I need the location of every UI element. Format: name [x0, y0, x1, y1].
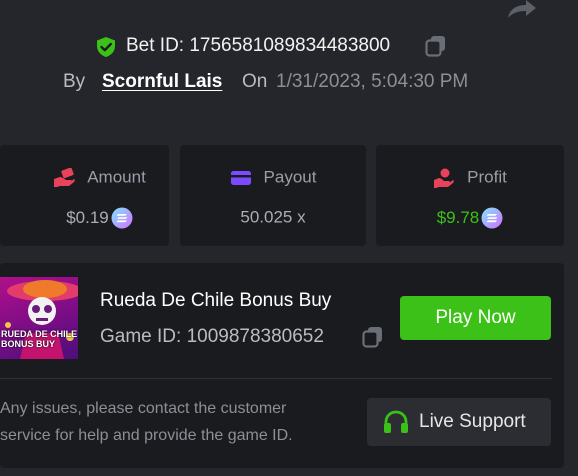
amount-header: Amount: [15, 167, 184, 189]
bet-id-row: Bet ID: 1756581089834483800: [0, 32, 578, 60]
solana-coin-icon: [481, 207, 503, 229]
by-label: By: [63, 71, 86, 92]
divider: [0, 378, 552, 379]
profit-value: $9.78: [436, 208, 480, 227]
play-now-button[interactable]: Play Now: [400, 296, 551, 340]
headset-icon: [384, 410, 408, 433]
bet-meta-row: By Scornful Lais On 1/31/2023, 5:04:30 P…: [0, 70, 578, 94]
profit-hand-icon: [434, 168, 454, 188]
amount-card: Amount $0.19: [0, 145, 169, 246]
thumbnail-title: RUEDA DE CHILE BONUS BUY: [1, 329, 78, 349]
game-title: Rueda De Chile Bonus Buy: [100, 290, 332, 311]
share-icon[interactable]: [506, 0, 536, 18]
game-id: Game ID: 1009878380652: [100, 326, 324, 347]
username-link[interactable]: Scornful Lais: [102, 71, 222, 93]
payout-value-row: 50.025 x: [180, 207, 366, 228]
payout-value: 50.025 x: [240, 207, 306, 227]
amount-label: Amount: [87, 167, 146, 187]
money-hand-icon: [54, 167, 75, 187]
copy-game-id-icon[interactable]: [362, 326, 384, 348]
card-icon: [230, 170, 251, 185]
payout-card: Payout 50.025 x: [180, 145, 366, 246]
payout-label: Payout: [263, 167, 317, 187]
copy-bet-id-icon[interactable]: [425, 35, 447, 57]
game-card: RUEDA DE CHILE BONUS BUY Rueda De Chile …: [0, 263, 564, 468]
solana-coin-icon: [111, 207, 133, 229]
live-support-label: Live Support: [419, 411, 526, 432]
game-thumbnail[interactable]: RUEDA DE CHILE BONUS BUY: [0, 277, 78, 359]
live-support-button[interactable]: Live Support: [367, 398, 551, 446]
payout-header: Payout: [180, 167, 366, 189]
verified-shield-icon: [97, 37, 115, 57]
profit-header: Profit: [376, 167, 564, 189]
profit-label: Profit: [467, 167, 507, 187]
support-help-text: Any issues, please contact the customer …: [0, 400, 293, 444]
amount-value-row: $0.19: [15, 207, 184, 229]
profit-value-row: $9.78: [376, 207, 564, 229]
bet-date: 1/31/2023, 5:04:30 PM: [276, 71, 469, 92]
on-label: On: [242, 71, 268, 92]
amount-value: $0.19: [66, 208, 109, 227]
bet-id: Bet ID: 1756581089834483800: [126, 35, 391, 56]
profit-card: Profit $9.78: [376, 145, 564, 246]
